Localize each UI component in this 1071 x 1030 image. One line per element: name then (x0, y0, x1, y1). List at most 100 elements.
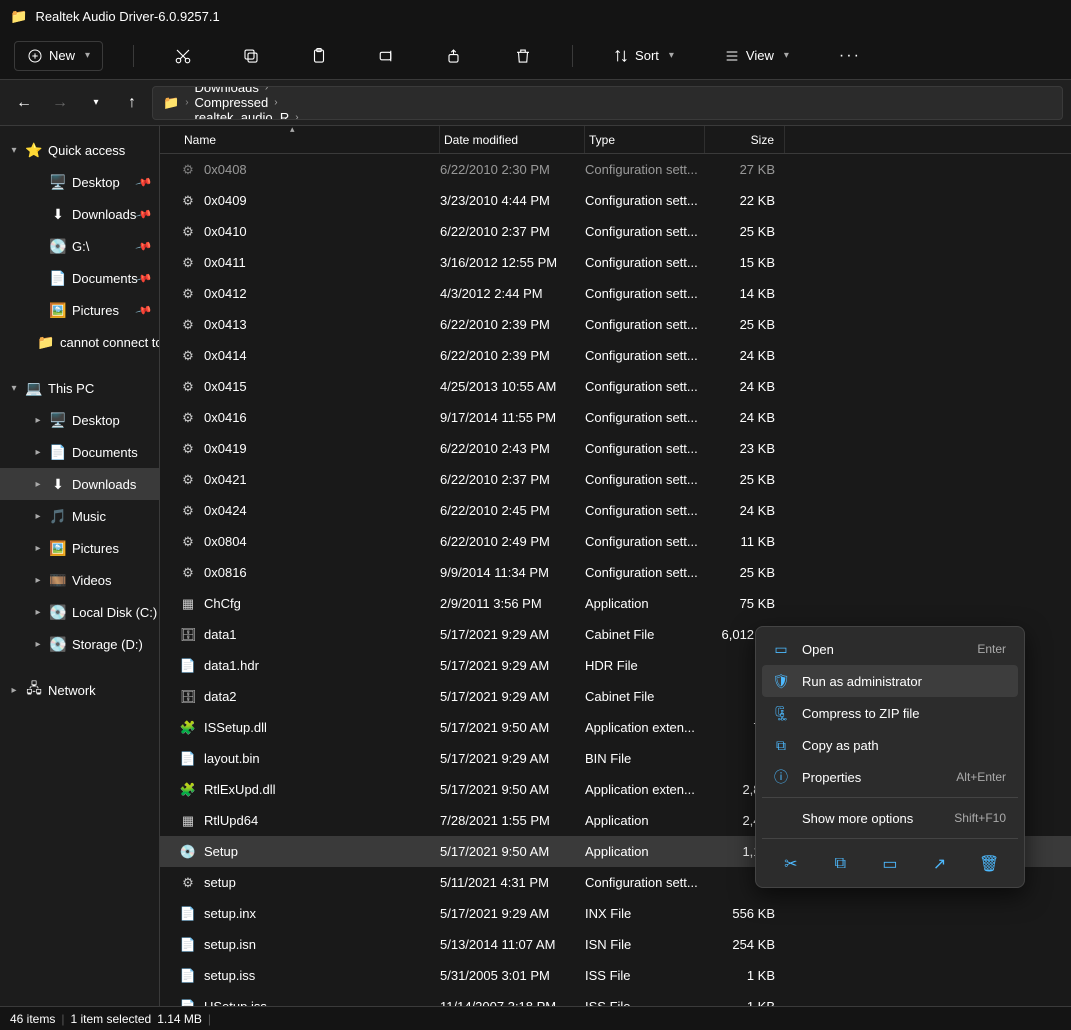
file-size: 25 KB (705, 317, 785, 332)
file-icon: ⚙ (180, 317, 196, 333)
download-icon: ⬇ (50, 206, 66, 222)
file-row[interactable]: ▦ChCfg2/9/2011 3:56 PMApplication75 KB (160, 588, 1071, 619)
sidebar-item[interactable]: ▸🖥️Desktop (0, 404, 159, 436)
sidebar-item[interactable]: ⬇Downloads📌 (0, 198, 159, 230)
sidebar-item[interactable]: 🖼️Pictures📌 (0, 294, 159, 326)
file-size: 14 KB (705, 286, 785, 301)
column-header-size[interactable]: Size (705, 126, 785, 153)
trash-button[interactable]: 🗑 (972, 849, 1006, 879)
sidebar-item[interactable]: 💽G:\📌 (0, 230, 159, 262)
file-row[interactable]: ⚙0x04154/25/2013 10:55 AMConfiguration s… (160, 371, 1071, 402)
file-row[interactable]: ⚙0x04086/22/2010 2:30 PMConfiguration se… (160, 154, 1071, 185)
cut-button[interactable] (164, 41, 202, 71)
caret-icon: ▾ (8, 383, 20, 394)
more-button[interactable]: ··· (829, 41, 871, 71)
file-row[interactable]: ⚙0x04169/17/2014 11:55 PMConfiguration s… (160, 402, 1071, 433)
sidebar-item-label: G:\ (72, 239, 89, 254)
pin-icon: 📌 (135, 173, 153, 191)
view-button[interactable]: View ▾ (714, 42, 799, 70)
breadcrumb-segment[interactable]: Downloads› (195, 86, 389, 96)
context-menu-item[interactable]: 🗜Compress to ZIP file (762, 697, 1018, 729)
copy-button[interactable]: ⧉ (823, 849, 857, 879)
file-row[interactable]: ⚙0x04216/22/2010 2:37 PMConfiguration se… (160, 464, 1071, 495)
file-type: Configuration sett... (585, 534, 705, 549)
sidebar-item[interactable]: ▸📄Documents (0, 436, 159, 468)
rename-icon (378, 47, 396, 65)
forward-button[interactable]: → (44, 94, 76, 112)
sidebar-item[interactable]: ▸💽Storage (D:) (0, 628, 159, 660)
share-button[interactable]: ↗ (923, 849, 957, 879)
context-menu-item[interactable]: ▭OpenEnter (762, 633, 1018, 665)
sidebar-item[interactable]: ▸🎞️Videos (0, 564, 159, 596)
context-menu-item[interactable]: 🛡Run as administrator (762, 665, 1018, 697)
window-title: Realtek Audio Driver-6.0.9257.1 (35, 9, 219, 24)
file-row[interactable]: ⚙0x04106/22/2010 2:37 PMConfiguration se… (160, 216, 1071, 247)
file-row[interactable]: ⚙0x08169/9/2014 11:34 PMConfiguration se… (160, 557, 1071, 588)
cut-button[interactable]: ✂ (774, 849, 808, 879)
file-size: 22 KB (705, 193, 785, 208)
up-button[interactable]: ↑ (116, 94, 148, 112)
file-type: Configuration sett... (585, 379, 705, 394)
sidebar-item[interactable]: 🖥️Desktop📌 (0, 166, 159, 198)
file-date: 5/17/2021 9:29 AM (440, 751, 585, 766)
sidebar-item[interactable]: ▸🖼️Pictures (0, 532, 159, 564)
file-row[interactable]: ⚙0x04113/16/2012 12:55 PMConfiguration s… (160, 247, 1071, 278)
file-type: Configuration sett... (585, 441, 705, 456)
file-date: 6/22/2010 2:49 PM (440, 534, 585, 549)
file-row[interactable]: ⚙0x04246/22/2010 2:45 PMConfiguration se… (160, 495, 1071, 526)
share-button[interactable] (436, 41, 474, 71)
sidebar-item[interactable]: 📁cannot connect to (0, 326, 159, 358)
file-size: 25 KB (705, 565, 785, 580)
file-size: 75 KB (705, 596, 785, 611)
column-header-name[interactable]: Name (180, 126, 440, 153)
file-row[interactable]: ⚙0x04124/3/2012 2:44 PMConfiguration set… (160, 278, 1071, 309)
chevron-right-icon: › (185, 97, 188, 108)
file-icon: ⚙ (180, 162, 196, 178)
context-menu-item[interactable]: ⧉Copy as path (762, 729, 1018, 761)
back-button[interactable]: ← (8, 94, 40, 112)
sidebar-item[interactable]: ▸⬇Downloads (0, 468, 159, 500)
recent-button[interactable]: ▾ (80, 97, 112, 108)
rename-button[interactable]: ▭ (873, 849, 907, 879)
chevron-down-icon: ▾ (784, 50, 789, 61)
file-row[interactable]: ⚙0x04196/22/2010 2:43 PMConfiguration se… (160, 433, 1071, 464)
file-row[interactable]: ⚙0x04093/23/2010 4:44 PMConfiguration se… (160, 185, 1071, 216)
sidebar-item[interactable]: ▸💽Local Disk (C:) (0, 596, 159, 628)
file-row[interactable]: 📄setup.iss5/31/2005 3:01 PMISS File1 KB (160, 960, 1071, 991)
sidebar-section[interactable]: ▸🖧Network (0, 674, 159, 706)
file-row[interactable]: ⚙0x04146/22/2010 2:39 PMConfiguration se… (160, 340, 1071, 371)
column-header-date[interactable]: Date modified (440, 126, 585, 153)
file-size: 1 KB (705, 968, 785, 983)
breadcrumb[interactable]: 📁 › This PC›Downloads›Compressed›realtek… (152, 86, 1063, 120)
pin-icon: 📌 (135, 205, 153, 223)
column-header-type[interactable]: Type (585, 126, 705, 153)
file-row[interactable]: 📄setup.inx5/17/2021 9:29 AMINX File556 K… (160, 898, 1071, 929)
sidebar-section[interactable]: ▾💻This PC (0, 372, 159, 404)
file-icon: 🗄 (180, 627, 196, 643)
file-row[interactable]: 📄USetup.iss11/14/2007 3:18 PMISS File1 K… (160, 991, 1071, 1006)
new-button[interactable]: New ▾ (14, 41, 103, 71)
copy-button[interactable] (232, 41, 270, 71)
breadcrumb-segment[interactable]: Compressed› (195, 95, 389, 110)
file-name: 0x0410 (204, 224, 247, 239)
paste-button[interactable] (300, 41, 338, 71)
context-menu-item[interactable]: ⓘPropertiesAlt+Enter (762, 761, 1018, 793)
sidebar-section[interactable]: ▾⭐Quick access (0, 134, 159, 166)
share-icon: ↗ (933, 854, 946, 874)
file-name: layout.bin (204, 751, 260, 766)
file-row[interactable]: ⚙0x04136/22/2010 2:39 PMConfiguration se… (160, 309, 1071, 340)
sidebar-item[interactable]: 📄Documents📌 (0, 262, 159, 294)
rename-button[interactable] (368, 41, 406, 71)
sidebar-item[interactable]: ▸🎵Music (0, 500, 159, 532)
delete-button[interactable] (504, 41, 542, 71)
breadcrumb-segment[interactable]: realtek_audio_R› (195, 110, 389, 120)
context-menu-more[interactable]: Show more optionsShift+F10 (762, 802, 1018, 834)
file-size: 24 KB (705, 379, 785, 394)
file-type: INX File (585, 906, 705, 921)
file-date: 9/9/2014 11:34 PM (440, 565, 585, 580)
file-row[interactable]: 📄setup.isn5/13/2014 11:07 AMISN File254 … (160, 929, 1071, 960)
file-size: 27 KB (705, 162, 785, 177)
sort-button[interactable]: Sort ▾ (603, 42, 684, 70)
sidebar-item-label: Pictures (72, 303, 119, 318)
file-row[interactable]: ⚙0x08046/22/2010 2:49 PMConfiguration se… (160, 526, 1071, 557)
